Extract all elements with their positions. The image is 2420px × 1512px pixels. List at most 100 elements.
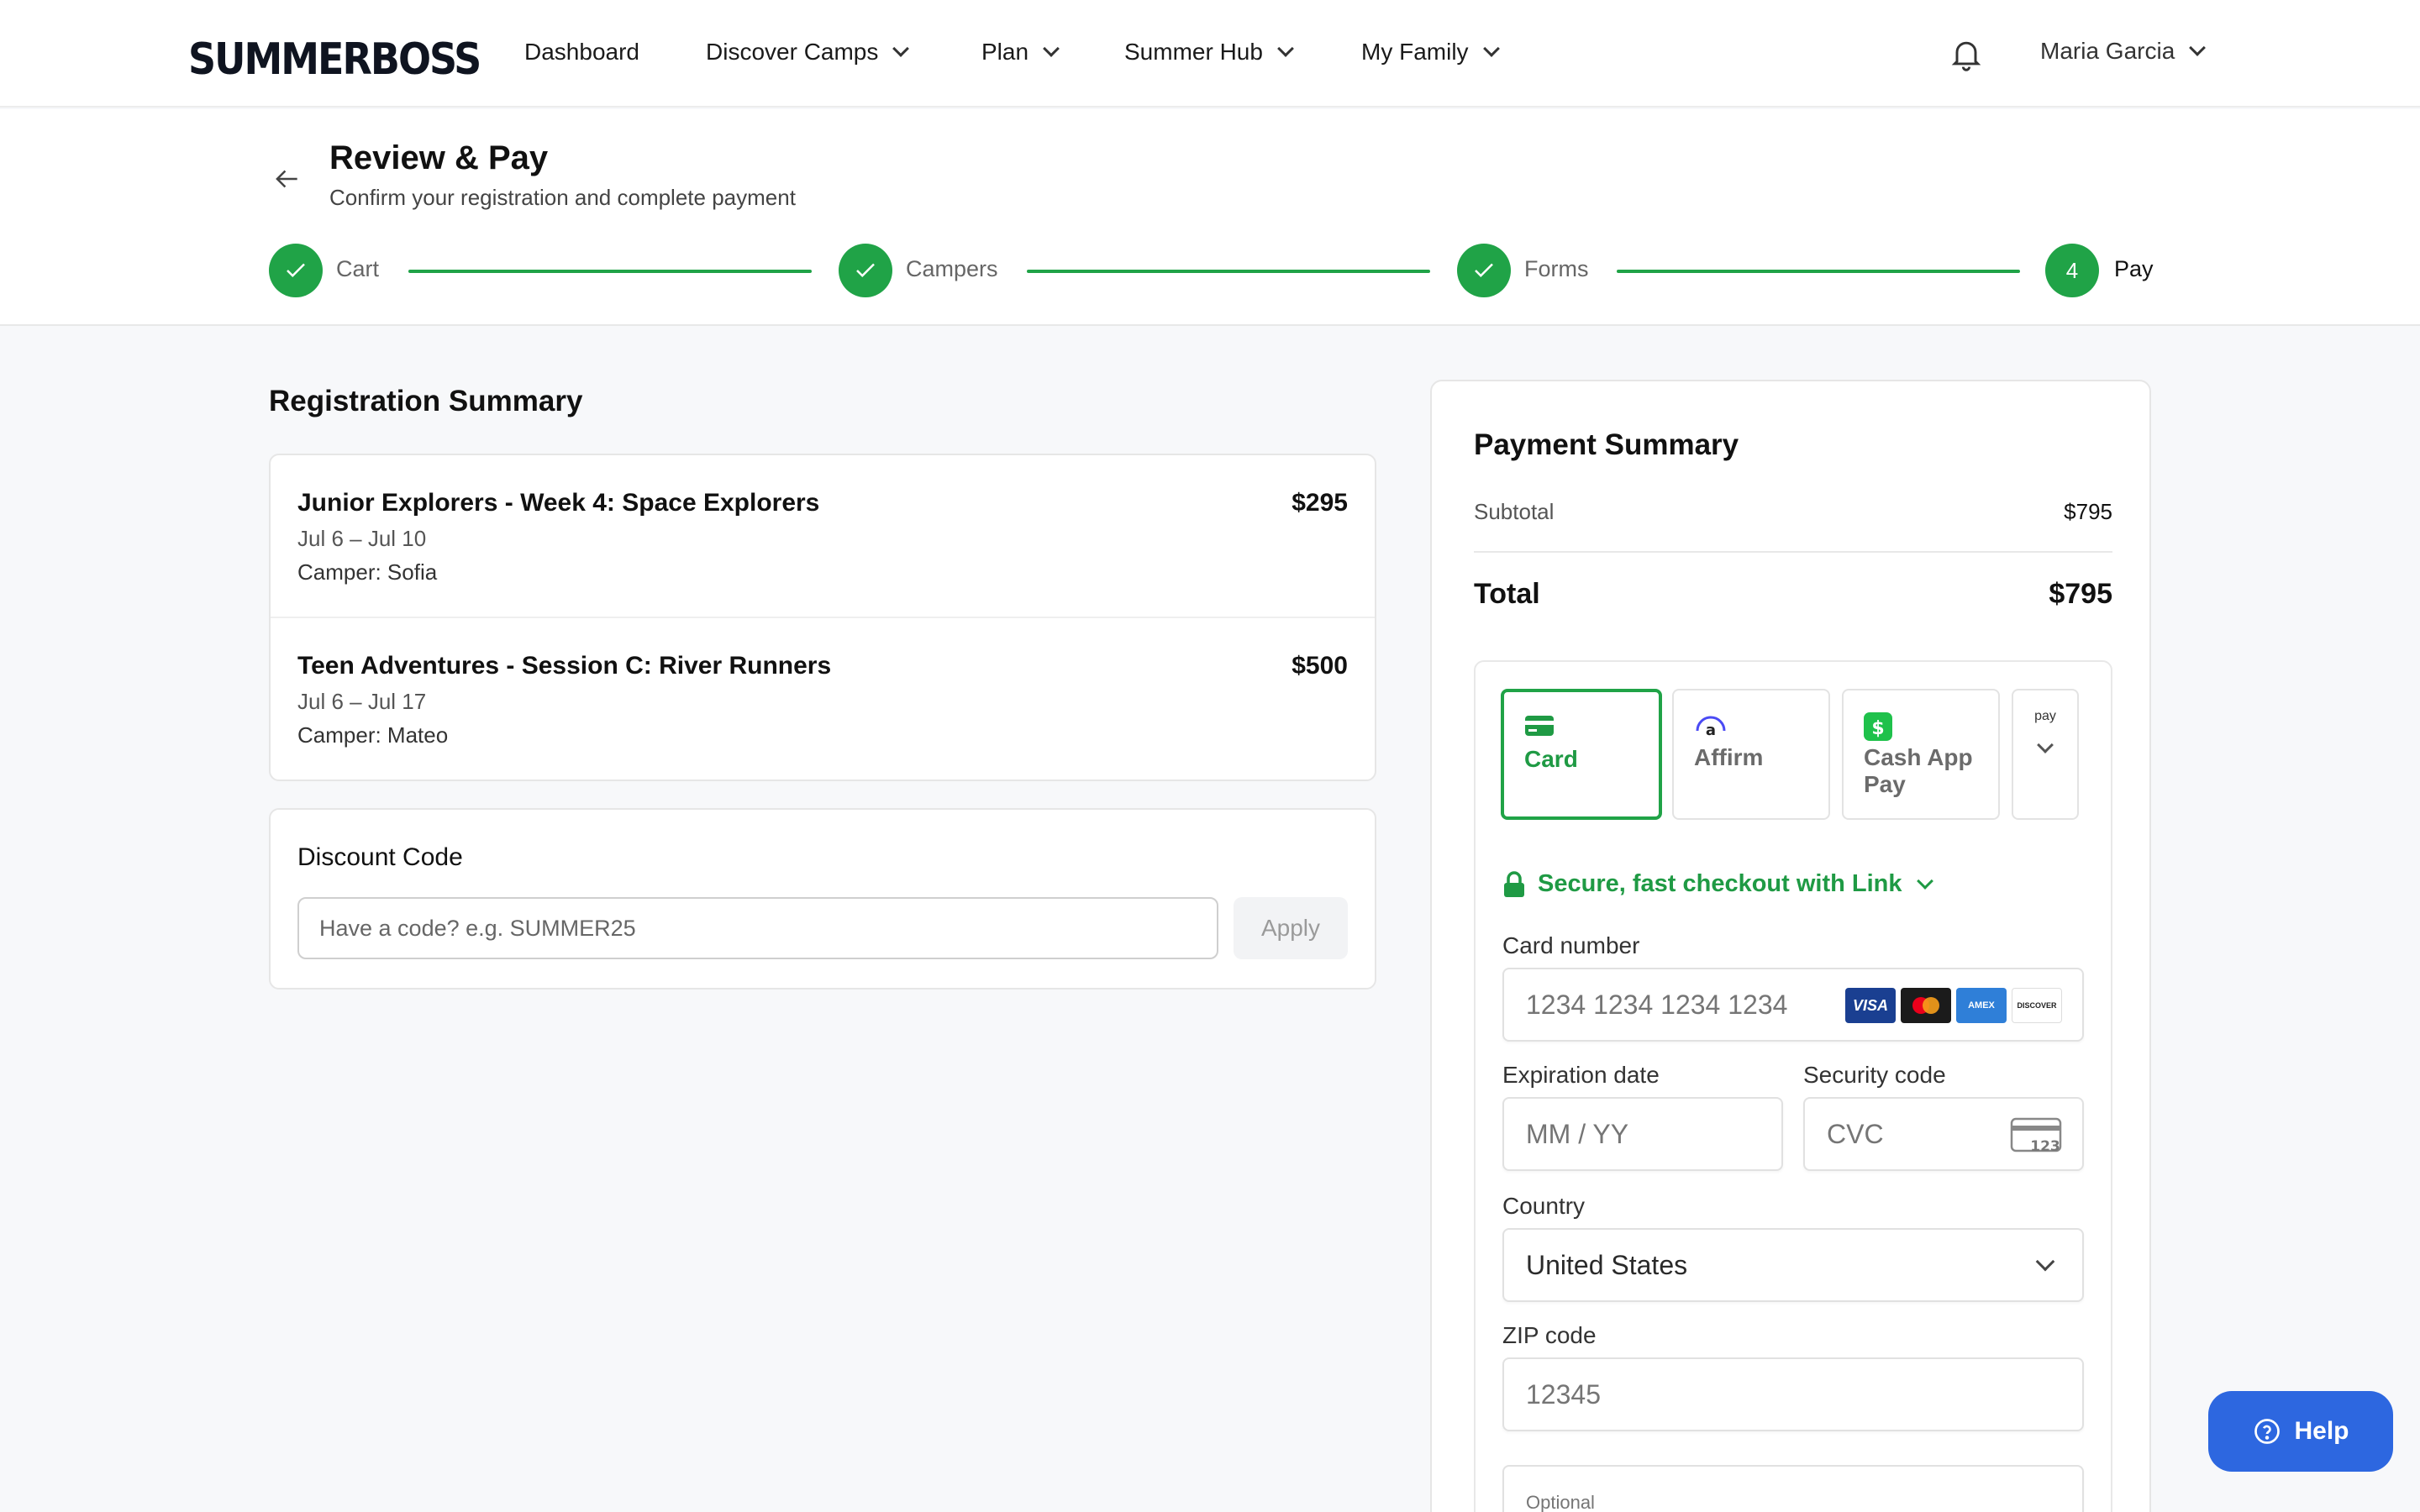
nav-my-family-label: My Family [1361, 39, 1469, 65]
step-forms-check [1457, 244, 1511, 297]
step-connector [1027, 270, 1430, 273]
total-value: $795 [2049, 578, 2112, 610]
discount-code-input[interactable] [297, 897, 1218, 959]
more-payment-methods-tab[interactable]: pay [2012, 689, 2079, 820]
registration-camp-name: Junior Explorers - Week 4: Space Explore… [297, 489, 820, 517]
total-label: Total [1474, 578, 1540, 610]
registration-camper: Camper: Sofia [297, 559, 438, 585]
subtotal-label: Subtotal [1474, 499, 1555, 524]
subtotal-value: $795 [2064, 499, 2112, 524]
zip-input[interactable]: 12345 [1502, 1357, 2084, 1431]
check-icon [1475, 263, 1493, 278]
cvc-placeholder: CVC [1827, 1118, 1884, 1149]
divider [1474, 551, 2112, 553]
nav-summer-hub[interactable]: Summer Hub [1124, 39, 1294, 66]
zip-placeholder: 12345 [1526, 1378, 1601, 1410]
expiry-input[interactable]: MM / YY [1502, 1097, 1783, 1171]
zip-label: ZIP code [1502, 1322, 1597, 1348]
visa-icon: VISA [1845, 988, 1896, 1023]
chevron-down-icon [1043, 40, 1060, 57]
step-cart-label: Cart [336, 256, 380, 281]
mastercard-circles [1912, 997, 1939, 1014]
page-title: Review & Pay [329, 139, 549, 176]
discount-code-title: Discount Code [297, 843, 463, 871]
payment-method-label: Cash App Pay [1864, 744, 1973, 797]
country-value: United States [1526, 1249, 1688, 1280]
chevron-down-icon [892, 40, 910, 57]
optional-input[interactable]: Optional [1502, 1465, 2084, 1512]
credit-card-icon [1525, 716, 1554, 736]
country-label: Country [1502, 1193, 1586, 1219]
card-number-input[interactable]: 1234 1234 1234 1234 VISA AMEX DISCOVER [1502, 968, 2084, 1042]
registration-dates: Jul 6 – Jul 10 [297, 526, 427, 551]
card-number-label: Card number [1502, 932, 1640, 958]
cash-app-icon: $ [1864, 712, 1892, 741]
page-header: Review & Pay Confirm your registration a… [0, 109, 2420, 326]
step-connector [408, 270, 812, 273]
registration-list: Junior Explorers - Week 4: Space Explore… [269, 454, 1376, 781]
expiry-placeholder: MM / YY [1526, 1118, 1629, 1149]
step-cart-check [269, 244, 323, 297]
link-checkout-toggle[interactable]: Secure, fast checkout with Link [1502, 870, 1933, 898]
nav-plan[interactable]: Plan [981, 39, 1060, 66]
top-navigation-bar: SUMMERBOSS Dashboard Discover Camps Plan… [0, 0, 2420, 108]
nav-dashboard[interactable]: Dashboard [524, 39, 639, 66]
bell-icon[interactable] [1948, 35, 1985, 72]
chevron-down-icon [1277, 40, 1294, 57]
help-button[interactable]: Help [2208, 1391, 2393, 1472]
cvc-icon-digits: 123 [2030, 1138, 2060, 1154]
svg-text:a: a [1706, 722, 1716, 738]
total-row: Total $795 [1474, 578, 2112, 611]
affirm-logo-icon: a [1696, 716, 1726, 738]
card-number-placeholder: 1234 1234 1234 1234 [1526, 989, 1788, 1020]
page-subtitle: Confirm your registration and complete p… [329, 185, 796, 210]
list-item: Junior Explorers - Week 4: Space Explore… [271, 455, 1375, 617]
expiry-label: Expiration date [1502, 1062, 1660, 1088]
nav-plan-label: Plan [981, 39, 1029, 65]
cvc-input[interactable]: CVC 123 [1803, 1097, 2084, 1171]
step-pay-label: Pay [2114, 256, 2154, 281]
nav-discover-camps[interactable]: Discover Camps [706, 39, 910, 66]
apply-discount-button[interactable]: Apply [1234, 897, 1348, 959]
payment-method-card-tab[interactable]: Card [1501, 689, 1662, 820]
chevron-down-icon [1916, 872, 1933, 890]
payment-summary-title: Payment Summary [1474, 428, 1739, 461]
card-brands: VISA AMEX DISCOVER [1845, 988, 2062, 1023]
country-select[interactable]: United States [1502, 1228, 2084, 1302]
step-campers-check [839, 244, 892, 297]
registration-camper: Camper: Mateo [297, 722, 449, 748]
discover-icon: DISCOVER [2012, 988, 2062, 1023]
nav-my-family[interactable]: My Family [1361, 39, 1500, 66]
step-connector [1617, 270, 2020, 273]
registration-summary-title: Registration Summary [269, 385, 583, 417]
check-icon [287, 263, 305, 278]
step-pay-number: 4 [2045, 244, 2099, 297]
subtotal-row: Subtotal $795 [1474, 499, 2112, 525]
registration-price: $295 [1292, 489, 1348, 517]
back-arrow-icon[interactable] [271, 163, 302, 195]
amex-icon: AMEX [1956, 988, 2007, 1023]
payment-method-affirm-tab[interactable]: a Affirm [1672, 689, 1830, 820]
registration-price: $500 [1292, 652, 1348, 680]
list-item: Teen Adventures - Session C: River Runne… [271, 617, 1375, 778]
chevron-down-icon [2035, 1252, 2055, 1272]
discount-code-card: Discount Code Apply [269, 808, 1376, 990]
payment-summary-panel: Payment Summary Subtotal $795 Total $795… [1430, 380, 2151, 1512]
lock-icon [1504, 870, 1524, 897]
svg-text:$: $ [1871, 718, 1884, 739]
cvc-card-icon: 123 [2010, 1117, 2062, 1154]
payment-element: Card a Affirm $ Cash App Pay pay Secure,… [1474, 660, 2112, 1512]
chevron-down-icon [1482, 40, 1500, 57]
user-name: Maria Garcia [2040, 38, 2175, 64]
check-icon [856, 263, 875, 278]
step-forms-label: Forms [1524, 256, 1589, 281]
nav-summer-hub-label: Summer Hub [1124, 39, 1263, 65]
user-menu[interactable]: Maria Garcia [2040, 38, 2207, 65]
nav-discover-camps-label: Discover Camps [706, 39, 879, 65]
question-circle-icon [2254, 1419, 2281, 1444]
payment-method-cashapp-tab[interactable]: $ Cash App Pay [1842, 689, 2000, 820]
summerboss-logo[interactable]: SUMMERBOSS [188, 34, 481, 84]
step-campers-label: Campers [906, 256, 998, 281]
help-label: Help [2294, 1417, 2349, 1445]
payment-method-label: Card [1524, 746, 1578, 772]
